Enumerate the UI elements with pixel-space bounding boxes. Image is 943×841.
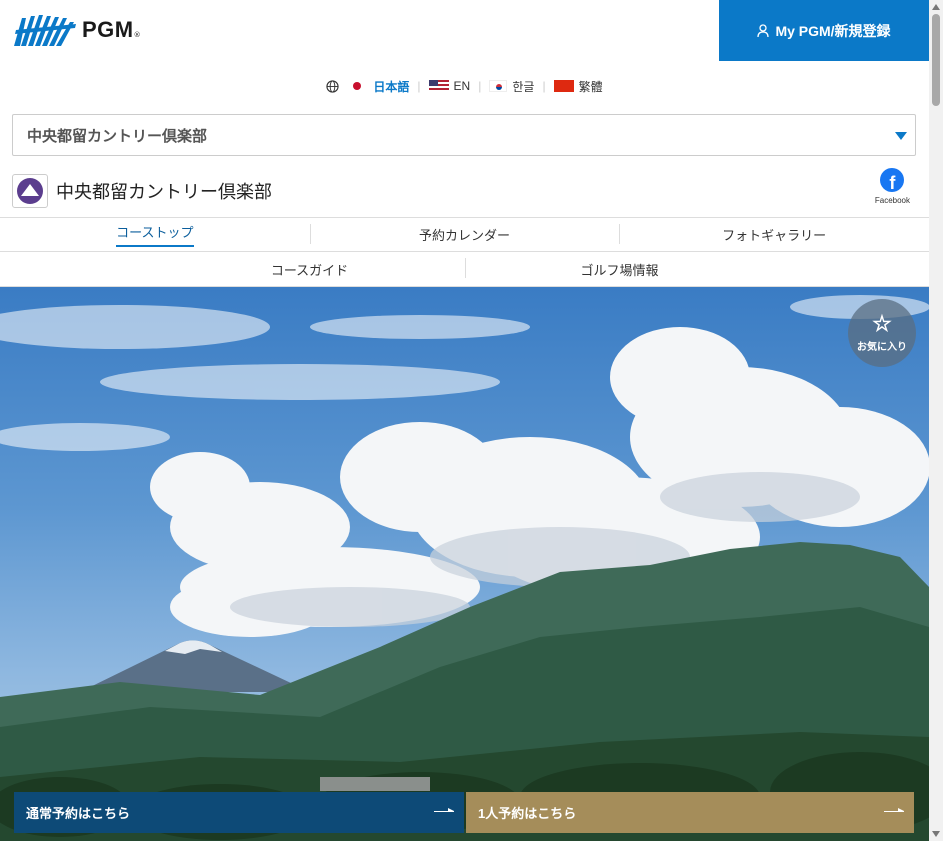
course-title-row: 中央都留カントリー倶楽部 f Facebook	[12, 168, 916, 210]
lang-traditional-chinese[interactable]: 繁體	[553, 78, 603, 95]
scroll-up-icon[interactable]	[932, 4, 940, 10]
lang-japanese-label: 日本語	[373, 79, 410, 94]
japan-flag-icon	[353, 82, 362, 90]
lang-separator: |	[478, 79, 482, 93]
lang-korean[interactable]: 한글	[489, 78, 534, 95]
normal-reservation-button[interactable]: 通常予約はこちら	[14, 792, 464, 833]
course-select-value: 中央都留カントリー倶楽部	[27, 127, 208, 145]
pgm-logo[interactable]: PGM ®	[12, 12, 141, 48]
course-emblem-icon	[12, 174, 48, 208]
language-switcher: 日本語 | EN | 한글 | 繁體	[0, 74, 929, 98]
lang-korean-label: 한글	[512, 79, 535, 94]
hero-image: ☆ お気に入り	[0, 287, 929, 841]
scrollbar-thumb[interactable]	[932, 14, 940, 106]
tab-golf-course-info[interactable]: ゴルフ場情報	[464, 252, 775, 286]
single-reservation-button[interactable]: 1人予約はこちら	[466, 792, 914, 833]
arrow-right-icon	[884, 808, 904, 812]
logo-registered-mark: ®	[133, 31, 141, 39]
my-pgm-register-button[interactable]: My PGM/新規登録	[719, 0, 929, 61]
page-scrollbar[interactable]	[929, 0, 943, 841]
tab-reservation-calendar-label: 予約カレンダー	[419, 229, 511, 244]
course-name: 中央都留カントリー倶楽部	[56, 182, 272, 203]
lang-japanese[interactable]: 日本語	[353, 78, 409, 95]
china-flag-icon	[553, 80, 574, 92]
person-icon	[757, 23, 770, 37]
favorite-button[interactable]: ☆ お気に入り	[848, 299, 916, 367]
favorite-label: お気に入り	[857, 342, 907, 353]
single-reservation-label: 1人予約はこちら	[478, 806, 577, 821]
tab-photo-gallery[interactable]: フォトギャラリー	[619, 218, 929, 251]
tab-course-top[interactable]: コーストップ	[0, 218, 310, 251]
site-header: PGM ® My PGM/新規登録	[0, 0, 929, 62]
korea-flag-icon	[489, 80, 508, 92]
facebook-icon: f	[880, 168, 905, 192]
lang-separator: |	[542, 79, 546, 93]
lang-english-label: EN	[453, 79, 471, 93]
lang-english[interactable]: EN	[428, 79, 471, 93]
tab-course-top-label: コーストップ	[116, 222, 194, 247]
facebook-link[interactable]: f Facebook	[875, 168, 910, 205]
facebook-label: Facebook	[874, 196, 910, 205]
course-nav-row-2: コースガイド ゴルフ場情報	[0, 251, 929, 287]
caret-down-icon	[895, 132, 907, 140]
tab-course-guide[interactable]: コースガイド	[155, 252, 465, 286]
lang-separator: |	[417, 79, 421, 93]
my-pgm-label: My PGM/新規登録	[775, 22, 891, 39]
star-icon: ☆	[872, 311, 892, 336]
course-select-dropdown[interactable]: 中央都留カントリー倶楽部	[12, 114, 916, 156]
scroll-down-icon[interactable]	[932, 831, 940, 837]
tab-photo-gallery-label: フォトギャラリー	[722, 229, 827, 244]
tab-reservation-calendar[interactable]: 予約カレンダー	[309, 218, 620, 251]
tab-course-guide-label: コースガイド	[270, 263, 349, 279]
arrow-right-icon	[434, 808, 454, 812]
tab-golf-course-info-label: ゴルフ場情報	[580, 263, 659, 279]
lang-traditional-chinese-label: 繁體	[578, 79, 603, 94]
us-flag-icon	[428, 80, 449, 92]
globe-icon[interactable]	[326, 79, 340, 93]
logo-text: PGM	[82, 17, 134, 42]
hero-landscape-illustration	[0, 295, 929, 841]
normal-reservation-label: 通常予約はこちら	[26, 806, 131, 821]
pgm-logo-mark-icon	[14, 15, 76, 46]
course-nav-row-1: コーストップ 予約カレンダー フォトギャラリー	[0, 217, 929, 251]
